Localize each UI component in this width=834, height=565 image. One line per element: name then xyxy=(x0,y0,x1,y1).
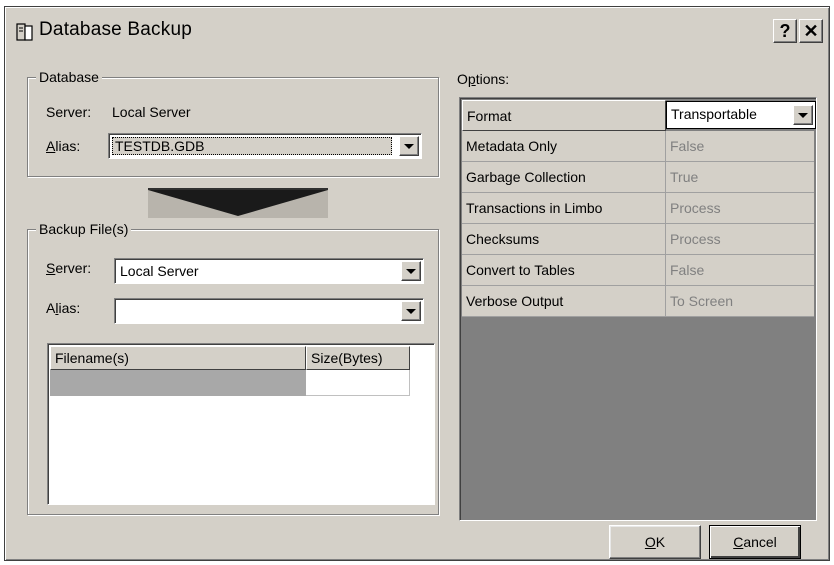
database-alias-combo[interactable]: TESTDB.GDB xyxy=(108,133,422,159)
database-group: Database Server: Local Server Alias: TES… xyxy=(27,69,439,177)
option-row-convert-to-tables[interactable]: Convert to Tables False xyxy=(462,255,814,286)
chevron-down-icon xyxy=(406,308,416,314)
help-button[interactable]: ? xyxy=(773,19,797,43)
option-name: Verbose Output xyxy=(462,286,666,317)
format-combo[interactable]: Transportable xyxy=(666,101,816,129)
option-value[interactable]: Process xyxy=(666,193,814,224)
database-alias-dropdown-button[interactable] xyxy=(399,136,419,156)
option-name: Metadata Only xyxy=(462,131,666,162)
database-server-label: Server: xyxy=(46,104,92,120)
chevron-down-icon xyxy=(404,143,414,149)
option-row-checksums[interactable]: Checksums Process xyxy=(462,224,814,255)
options-property-grid[interactable]: Format Transportable Metadata Only False… xyxy=(459,97,817,521)
option-value[interactable]: False xyxy=(666,255,814,286)
title-bar[interactable]: Database Backup ? ✕ xyxy=(7,9,827,53)
option-name: Garbage Collection xyxy=(462,162,666,193)
dialog-title: Database Backup xyxy=(39,19,192,40)
options-label: Options: xyxy=(457,71,510,87)
column-header-size[interactable]: Size(Bytes) xyxy=(306,346,410,370)
database-alias-label: Alias: xyxy=(46,138,81,154)
option-row-format[interactable]: Format Transportable xyxy=(462,100,816,131)
option-row-verbose-output[interactable]: Verbose Output To Screen xyxy=(462,286,814,317)
option-name: Checksums xyxy=(462,224,666,255)
close-button[interactable]: ✕ xyxy=(799,19,823,43)
table-row-filename-cell[interactable] xyxy=(50,370,306,396)
backup-alias-combo[interactable] xyxy=(114,298,424,324)
backup-files-table[interactable]: Filename(s) Size(Bytes) xyxy=(47,343,435,505)
table-row-size-cell[interactable] xyxy=(306,370,410,396)
backup-server-combo[interactable]: Local Server xyxy=(114,258,424,284)
backup-direction-arrow-icon xyxy=(148,188,328,218)
format-dropdown-button[interactable] xyxy=(793,105,813,125)
option-row-transactions-in-limbo[interactable]: Transactions in Limbo Process xyxy=(462,193,814,224)
database-backup-dialog: Database Backup ? ✕ Database Server: Loc… xyxy=(4,6,830,561)
backup-alias-label: Alias: xyxy=(46,300,81,316)
cancel-button[interactable]: Cancel xyxy=(709,525,801,559)
option-row-garbage-collection[interactable]: Garbage Collection True xyxy=(462,162,814,193)
database-alias-value: TESTDB.GDB xyxy=(112,137,392,155)
cancel-button-label: Cancel xyxy=(733,534,777,550)
help-icon: ? xyxy=(779,20,791,41)
option-value[interactable]: To Screen xyxy=(666,286,814,317)
backup-server-label: Server: xyxy=(46,260,92,276)
database-group-legend: Database xyxy=(36,69,102,85)
option-name: Transactions in Limbo xyxy=(462,193,666,224)
database-server-value: Local Server xyxy=(112,104,191,120)
option-name: Format xyxy=(462,100,666,131)
format-value: Transportable xyxy=(671,106,757,122)
option-value[interactable]: Process xyxy=(666,224,814,255)
backup-files-group-legend: Backup File(s) xyxy=(36,221,132,237)
option-value[interactable]: False xyxy=(666,131,814,162)
backup-server-dropdown-button[interactable] xyxy=(401,261,421,281)
ok-button-label: OK xyxy=(644,534,666,550)
chevron-down-icon xyxy=(406,268,416,274)
chevron-down-icon xyxy=(798,112,808,118)
option-name: Convert to Tables xyxy=(462,255,666,286)
column-header-filename[interactable]: Filename(s) xyxy=(50,346,306,370)
backup-server-value: Local Server xyxy=(120,263,199,279)
close-icon: ✕ xyxy=(803,20,819,41)
database-backup-app-icon xyxy=(16,23,33,41)
option-row-metadata-only[interactable]: Metadata Only False xyxy=(462,131,814,162)
option-value[interactable]: True xyxy=(666,162,814,193)
ok-button[interactable]: OK xyxy=(609,525,701,559)
backup-alias-dropdown-button[interactable] xyxy=(401,301,421,321)
